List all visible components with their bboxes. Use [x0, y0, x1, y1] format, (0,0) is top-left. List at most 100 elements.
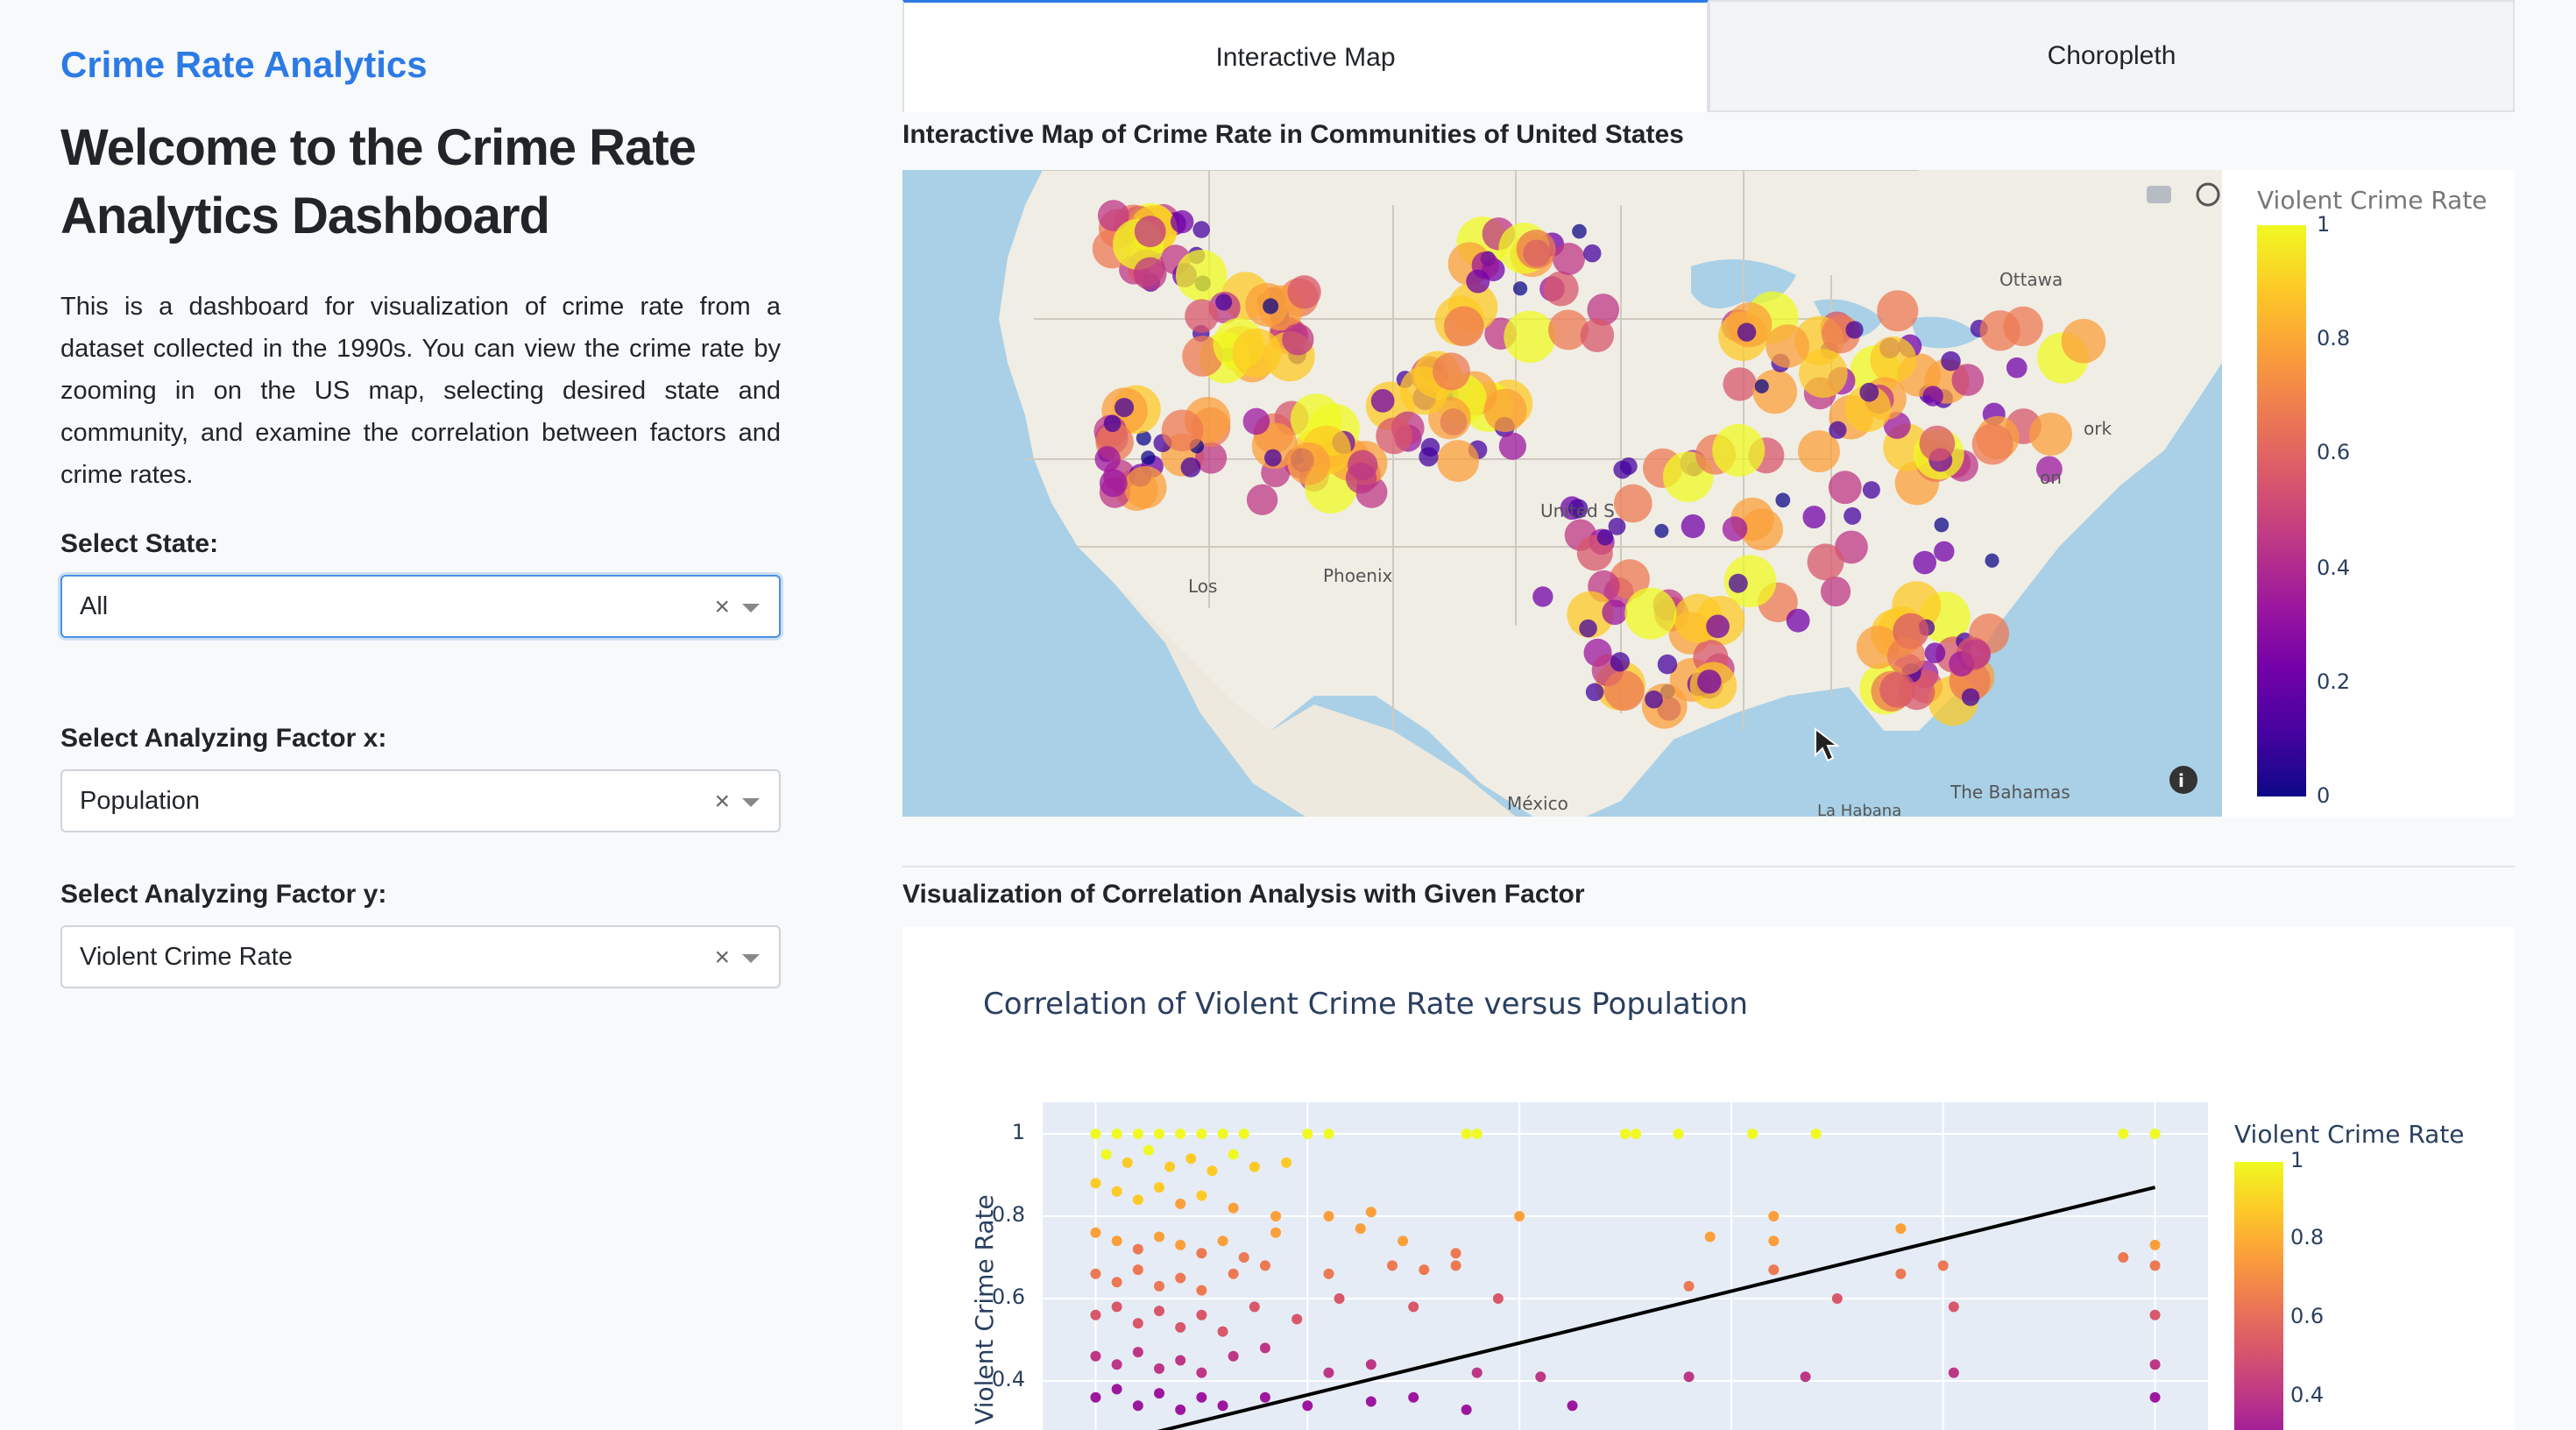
scatter-point[interactable] [1302, 1400, 1313, 1412]
scatter-point[interactable] [1365, 1207, 1376, 1218]
map-marker[interactable] [1712, 423, 1766, 477]
map-marker[interactable] [1886, 636, 1926, 676]
map-marker[interactable] [1807, 543, 1844, 581]
map-marker[interactable] [1170, 209, 1194, 234]
map-marker[interactable] [1845, 321, 1864, 339]
scatter-point[interactable] [1154, 1363, 1164, 1374]
scatter-point[interactable] [1408, 1391, 1419, 1403]
scatter-point[interactable] [1132, 1194, 1143, 1206]
scatter-point[interactable] [1132, 1129, 1143, 1139]
map-marker[interactable] [1115, 398, 1135, 418]
map-marker[interactable] [1498, 432, 1527, 460]
scatter-point[interactable] [1132, 1264, 1143, 1276]
map-marker[interactable] [1246, 484, 1278, 516]
scatter-point[interactable] [1355, 1223, 1366, 1235]
scatter-point[interactable] [1768, 1264, 1780, 1276]
map-marker[interactable] [1103, 414, 1122, 433]
map-marker[interactable] [1919, 425, 1956, 462]
scatter-point[interactable] [1090, 1227, 1101, 1238]
scatter-point[interactable] [1768, 1235, 1780, 1247]
scatter-point[interactable] [1111, 1359, 1122, 1370]
scatter-point[interactable] [1238, 1129, 1249, 1139]
scatter-point[interactable] [1948, 1301, 1959, 1313]
scatter-point[interactable] [1196, 1248, 1207, 1259]
scatter-point[interactable] [1090, 1129, 1101, 1139]
map-marker[interactable] [1585, 683, 1604, 702]
map-marker[interactable] [1370, 389, 1395, 413]
map-marker[interactable] [1512, 281, 1528, 296]
map-marker[interactable] [1232, 328, 1282, 378]
scatter-point[interactable] [1175, 1129, 1186, 1139]
map-marker[interactable] [1610, 652, 1631, 672]
scatter-point[interactable] [1090, 1350, 1101, 1362]
map-marker[interactable] [1437, 440, 1480, 482]
map-marker[interactable] [1828, 471, 1862, 505]
scatter-point[interactable] [1228, 1149, 1239, 1160]
map-marker[interactable] [1596, 529, 1614, 546]
scatter-point[interactable] [1196, 1309, 1207, 1320]
scatter-point[interactable] [1747, 1129, 1759, 1139]
map-marker[interactable] [1603, 670, 1645, 711]
scatter-point[interactable] [1323, 1268, 1334, 1279]
map-marker[interactable] [2006, 357, 2028, 379]
map-marker[interactable] [1466, 269, 1490, 294]
scatter-point[interactable] [1175, 1355, 1186, 1366]
map-marker[interactable] [1583, 244, 1602, 263]
scatter-point[interactable] [1461, 1129, 1472, 1139]
clear-icon[interactable]: × [714, 943, 730, 973]
tab-choropleth[interactable]: Choropleth [1709, 0, 2515, 112]
map-marker[interactable] [1737, 322, 1757, 342]
scatter-point[interactable] [1154, 1231, 1164, 1242]
scatter-point[interactable] [1800, 1371, 1811, 1383]
map-marker[interactable] [1419, 447, 1439, 467]
factor-y-dropdown[interactable]: Violent Crime Rate × [60, 925, 781, 988]
correlation-plot[interactable]: Correlation of Violent Crime Rate versus… [902, 927, 2515, 1430]
tab-interactive-map[interactable]: Interactive Map [902, 0, 1709, 112]
scatter-point[interactable] [2149, 1309, 2161, 1320]
scatter-point[interactable] [1154, 1182, 1164, 1193]
map-marker[interactable] [1728, 573, 1748, 593]
map-marker[interactable] [1754, 379, 1769, 393]
scatter-point[interactable] [1217, 1400, 1228, 1412]
map-marker[interactable] [1443, 306, 1484, 347]
scatter-point[interactable] [1259, 1391, 1270, 1403]
scatter-point[interactable] [1471, 1129, 1483, 1139]
scatter-point[interactable] [1154, 1306, 1164, 1317]
chevron-down-icon[interactable] [742, 798, 760, 807]
clear-icon[interactable]: × [714, 592, 730, 622]
scatter-point[interactable] [2149, 1260, 2161, 1271]
scatter-point[interactable] [1323, 1211, 1334, 1221]
scatter-point[interactable] [1270, 1227, 1281, 1238]
scatter-point[interactable] [1132, 1318, 1143, 1329]
map-marker[interactable] [1645, 690, 1663, 709]
map-marker[interactable] [1099, 469, 1128, 498]
scatter-point[interactable] [2149, 1239, 2161, 1250]
map-marker[interactable] [1786, 608, 1810, 633]
brand-title[interactable]: Crime Rate Analytics [60, 44, 867, 86]
scatter-point[interactable] [1948, 1367, 1959, 1378]
scatter-point[interactable] [1217, 1326, 1228, 1337]
map-marker[interactable] [1504, 310, 1556, 364]
scatter-point[interactable] [1196, 1391, 1207, 1403]
scatter-point[interactable] [1217, 1235, 1228, 1247]
clear-icon[interactable]: × [714, 787, 730, 817]
scatter-point[interactable] [1937, 1260, 1949, 1271]
map-marker[interactable] [1161, 409, 1204, 452]
map-marker[interactable] [1877, 290, 1919, 332]
map-marker[interactable] [1185, 299, 1219, 333]
chevron-down-icon[interactable] [742, 604, 760, 612]
scatter-point[interactable] [1567, 1400, 1578, 1412]
scatter-point[interactable] [1249, 1161, 1260, 1172]
scatter-point[interactable] [1259, 1342, 1270, 1354]
scatter-point[interactable] [1450, 1248, 1461, 1259]
scatter-point[interactable] [1196, 1367, 1207, 1378]
scatter-point[interactable] [1810, 1129, 1822, 1139]
scatter-point[interactable] [1217, 1129, 1228, 1139]
map-marker[interactable] [1879, 671, 1916, 708]
map-marker[interactable] [1602, 599, 1628, 626]
scatter-point[interactable] [2118, 1129, 2129, 1139]
map-marker[interactable] [1775, 492, 1791, 508]
scatter-point[interactable] [1154, 1280, 1164, 1292]
scatter-point[interactable] [1249, 1301, 1260, 1313]
map-marker[interactable] [1941, 350, 1961, 372]
